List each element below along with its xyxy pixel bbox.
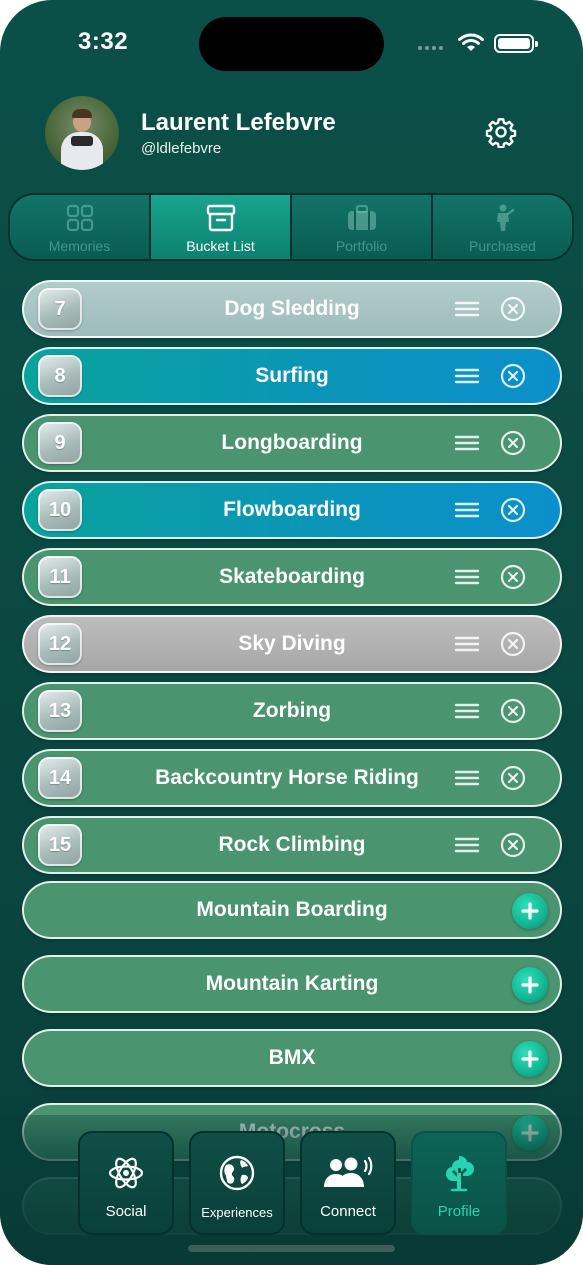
plus-icon — [521, 902, 539, 920]
drag-handle-icon[interactable] — [454, 634, 480, 654]
suggestion-title: Mountain Boarding — [196, 898, 388, 921]
dynamic-island — [199, 17, 384, 71]
item-number: 8 — [38, 355, 82, 397]
grid-icon — [66, 204, 93, 232]
drag-handle-icon[interactable] — [454, 366, 480, 386]
tab-portfolio-label: Portfolio — [335, 238, 388, 254]
item-title: Skateboarding — [219, 565, 365, 588]
remove-icon[interactable] — [500, 296, 526, 322]
list-item[interactable]: 10 Flowboarding — [22, 481, 562, 539]
item-number: 13 — [38, 690, 82, 732]
suitcase-icon — [347, 204, 376, 230]
list-item[interactable]: 12 Sky Diving — [22, 615, 562, 673]
remove-icon[interactable] — [500, 497, 526, 523]
tab-memories[interactable]: Memories — [10, 195, 151, 259]
nav-profile[interactable]: Profile — [411, 1131, 507, 1235]
cellular-signal-icon — [418, 46, 443, 50]
nav-connect[interactable]: Connect — [300, 1131, 396, 1235]
suggestion-item[interactable]: Mountain Karting — [22, 955, 562, 1013]
people-icon — [324, 1156, 373, 1187]
list-item[interactable]: 7 Dog Sledding — [22, 280, 562, 338]
item-number: 7 — [38, 288, 82, 330]
profile-name: Laurent Lefebvre — [141, 109, 336, 136]
tab-bucket-list-label: Bucket List — [186, 238, 255, 254]
list-item[interactable]: 11 Skateboarding — [22, 548, 562, 606]
globe-icon — [219, 1155, 255, 1191]
list-item[interactable]: 8 Surfing — [22, 347, 562, 405]
list-item[interactable]: 15 Rock Climbing — [22, 816, 562, 874]
item-number: 12 — [38, 623, 82, 665]
drag-handle-icon[interactable] — [454, 701, 480, 721]
item-title: Zorbing — [252, 699, 332, 722]
battery-icon — [494, 34, 538, 53]
status-time: 3:32 — [78, 28, 129, 55]
item-title: Surfing — [255, 364, 329, 387]
item-title: Flowboarding — [223, 498, 361, 521]
drag-handle-icon[interactable] — [454, 500, 480, 520]
nav-connect-label: Connect — [320, 1203, 376, 1220]
avatar[interactable] — [45, 96, 119, 170]
tab-portfolio[interactable]: Portfolio — [292, 195, 433, 259]
item-number: 10 — [38, 489, 82, 531]
nav-experiences-label: Experiences — [201, 1205, 273, 1220]
item-number: 14 — [38, 757, 82, 799]
atom-icon — [108, 1157, 144, 1189]
item-title: Rock Climbing — [218, 833, 366, 856]
profile-handle: @ldlefebvre — [141, 140, 222, 157]
remove-icon[interactable] — [500, 765, 526, 791]
nav-social-label: Social — [105, 1203, 147, 1220]
drag-handle-icon[interactable] — [454, 299, 480, 319]
plus-icon — [521, 1050, 539, 1068]
suggestion-title: BMX — [268, 1046, 316, 1069]
home-indicator[interactable] — [188, 1245, 395, 1252]
suggestion-item[interactable]: Mountain Boarding — [22, 881, 562, 939]
nav-social[interactable]: Social — [78, 1131, 174, 1235]
nav-experiences[interactable]: Experiences — [189, 1131, 285, 1235]
archive-box-icon — [206, 204, 235, 232]
tree-icon — [446, 1156, 474, 1192]
remove-icon[interactable] — [500, 698, 526, 724]
remove-icon[interactable] — [500, 363, 526, 389]
tab-bucket-list[interactable]: Bucket List — [151, 195, 292, 259]
tab-memories-label: Memories — [48, 238, 111, 254]
tab-purchased-label: Purchased — [469, 238, 536, 254]
item-number: 11 — [38, 556, 82, 598]
wifi-icon — [458, 33, 484, 51]
add-button[interactable] — [512, 967, 548, 1003]
plus-icon — [521, 976, 539, 994]
remove-icon[interactable] — [500, 631, 526, 657]
list-item[interactable]: 14 Backcountry Horse Riding — [22, 749, 562, 807]
drag-handle-icon[interactable] — [454, 768, 480, 788]
suggestion-title: Mountain Karting — [205, 972, 379, 995]
list-item[interactable]: 13 Zorbing — [22, 682, 562, 740]
drag-handle-icon[interactable] — [454, 567, 480, 587]
tab-purchased[interactable]: Purchased — [433, 195, 572, 259]
gear-icon[interactable] — [485, 116, 517, 148]
item-title: Longboarding — [221, 431, 363, 454]
drag-handle-icon[interactable] — [454, 433, 480, 453]
item-title: Sky Diving — [238, 632, 346, 655]
add-button[interactable] — [512, 893, 548, 929]
drag-handle-icon[interactable] — [454, 835, 480, 855]
add-button[interactable] — [512, 1041, 548, 1077]
remove-icon[interactable] — [500, 564, 526, 590]
remove-icon[interactable] — [500, 430, 526, 456]
item-title: Backcountry Horse Riding — [155, 766, 419, 789]
list-item[interactable]: 9 Longboarding — [22, 414, 562, 472]
item-title: Dog Sledding — [224, 297, 360, 320]
nav-profile-label: Profile — [437, 1203, 481, 1220]
item-number: 15 — [38, 824, 82, 866]
item-number: 9 — [38, 422, 82, 464]
profile-tabs: Memories Bucket List Portfolio Purchased — [8, 193, 574, 261]
person-icon — [496, 204, 514, 231]
phone-screen: 3:32 Laurent Lefebvre @ldlefebvre Memori… — [0, 0, 583, 1265]
suggestion-item[interactable]: BMX — [22, 1029, 562, 1087]
remove-icon[interactable] — [500, 832, 526, 858]
